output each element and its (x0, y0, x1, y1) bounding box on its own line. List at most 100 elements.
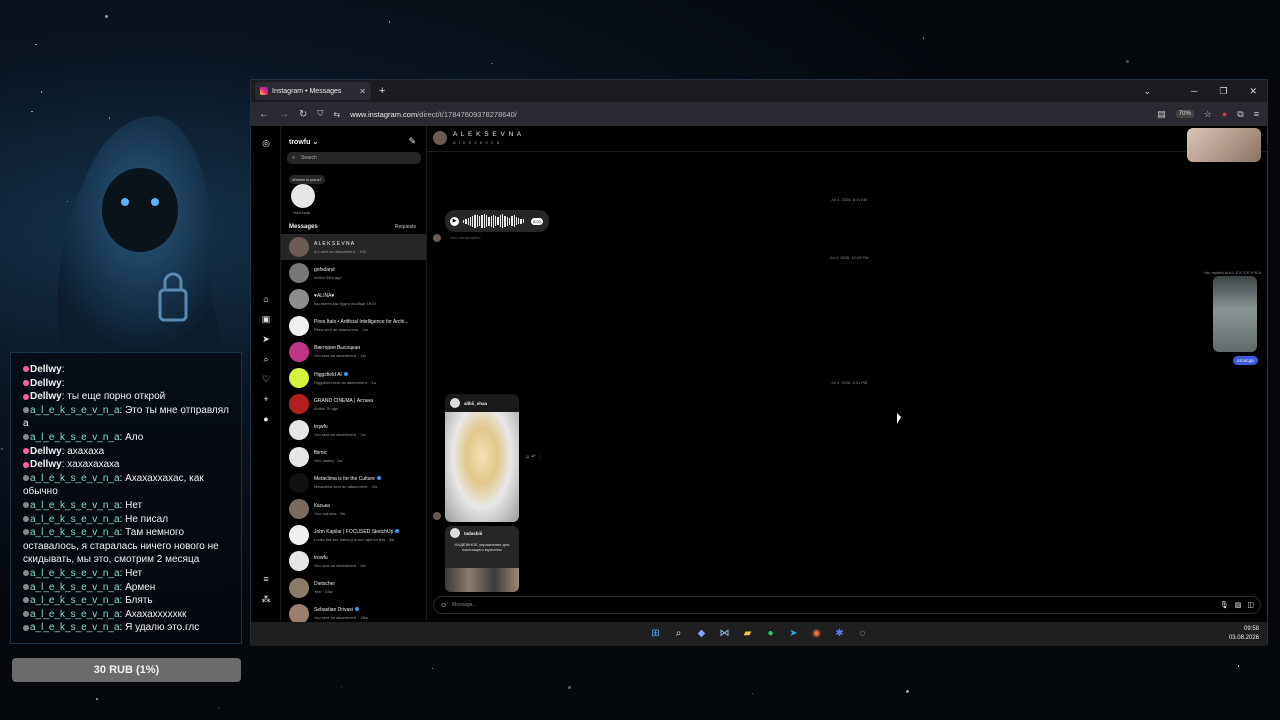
url-bar[interactable]: www.instagram.com/direct/t/1784760937827… (350, 110, 517, 119)
conversation-item[interactable]: Higgsfield AI Higgsfield sent an attachme… (281, 365, 426, 391)
conversation-item[interactable]: Каська You: hahaha · 2w (281, 496, 426, 522)
gallery-icon[interactable]: ▨ (1235, 601, 1242, 609)
tab-title: Instagram • Messages (272, 87, 342, 95)
conversation-avatar (289, 577, 309, 598)
system-clock[interactable]: 09:58 03.08.2026 (1229, 625, 1259, 643)
meta-apps-icon[interactable]: ⁂ (261, 594, 271, 604)
conversation-preview: Active 59m ago (314, 274, 342, 280)
menu-icon[interactable]: ≡ (1254, 109, 1259, 119)
start-icon[interactable]: ⊞ (650, 628, 662, 640)
profile-icon[interactable]: ● (261, 414, 271, 424)
chat-badge-icon (23, 611, 29, 618)
shield-icon[interactable]: ⛉ (317, 109, 323, 119)
messages-icon[interactable]: ➤ (261, 334, 271, 344)
notifications-heart-icon[interactable]: ♡ (261, 374, 271, 384)
conversation-item[interactable]: Dietscher Yes! · 23w (281, 575, 426, 601)
sticker-icon[interactable]: ◫ (1247, 601, 1254, 609)
conversation-item[interactable]: Pires Italo • Artificial Intelligence fo… (281, 313, 426, 339)
conversation-avatar (289, 289, 309, 310)
shared-reel-2[interactable]: tadasbiii НАДЁЖНОЕ упражнение для настоя… (445, 526, 519, 592)
file-explorer-icon[interactable]: ▰ (742, 628, 754, 640)
back-icon[interactable]: ← (259, 109, 269, 120)
close-tab-icon[interactable]: ✕ (359, 87, 366, 96)
app-icon[interactable]: ✱ (834, 628, 846, 640)
instagram-logo-icon[interactable]: ◎ (261, 138, 271, 148)
conversation-preview: Yes! · 23w (314, 589, 333, 595)
more-menu-icon[interactable]: ≡ (261, 574, 271, 584)
conversation-item[interactable]: Metaclima is for the Culture Metaclima se… (281, 470, 426, 496)
shared-reel-1[interactable]: alibii_shaa (445, 394, 519, 522)
obs-icon[interactable]: ◌ (857, 628, 869, 640)
conversation-preview: Pires sent an attachment. · 1w (314, 327, 369, 333)
taskbar-search-icon[interactable]: ⌕ (673, 628, 685, 640)
emoji-icon[interactable]: ☺ (440, 602, 447, 609)
extension-icon[interactable]: ● (1222, 109, 1227, 119)
chat-text: Я удалю это.глс (125, 622, 200, 634)
note-bubble[interactable]: Weekend plans? (289, 175, 325, 184)
firefox-icon[interactable]: ◉ (811, 628, 823, 640)
waveform-bar (465, 218, 467, 224)
message-actions[interactable]: ☺ ↶ ⋮ (525, 454, 542, 460)
waveform-bar (476, 215, 479, 227)
chat-message: a_l_e_k_s_e_v_n_a: Это ты мне отправлял … (23, 404, 229, 430)
conversation-item[interactable]: fbimic You: капец · 2w (281, 444, 426, 470)
waveform-bar (492, 214, 495, 228)
tab-list-chevron-icon[interactable]: ⌄ (1143, 86, 1151, 97)
instagram-favicon-icon (260, 87, 268, 95)
home-icon[interactable]: ⌂ (261, 294, 271, 304)
reload-icon[interactable]: ↻ (299, 109, 307, 120)
inbox-username[interactable]: trowfu ⌄ (289, 138, 318, 146)
compose-icon[interactable]: ✎ (408, 136, 416, 147)
conversation-item[interactable]: ♥ALINA♥ Вы иметь как будто вообще 18 24 (281, 286, 426, 312)
play-icon[interactable]: ▶ (450, 216, 459, 226)
forward-icon[interactable]: → (279, 109, 289, 120)
conversation-name: gofsdand (314, 266, 335, 273)
conversation-item[interactable]: trowfu You sent an attachment. · 6w (281, 548, 426, 574)
spotify-icon[interactable]: ● (765, 628, 777, 640)
thread-avatar[interactable] (433, 131, 447, 145)
vscode-icon[interactable]: ⋈ (719, 628, 731, 640)
zoom-level[interactable]: 70% (1175, 110, 1194, 118)
shared-image-top[interactable] (1187, 128, 1261, 162)
conversation-item[interactable]: GRAND CINEMA | Астана Active 7h ago (281, 391, 426, 417)
reels-icon[interactable]: ▣ (261, 314, 271, 324)
view-transcription-link[interactable]: View transcription (449, 235, 481, 240)
minimize-icon[interactable]: ─ (1191, 86, 1197, 97)
replied-image[interactable] (1213, 276, 1257, 352)
conversation-preview: You sent an attachment. · 28w (314, 615, 368, 621)
close-window-icon[interactable]: ✕ (1249, 86, 1257, 97)
search-input[interactable]: ⌕ Search (287, 152, 421, 164)
chat-text: Не писал (125, 513, 169, 525)
reply-message[interactable]: отсосда (1233, 356, 1258, 365)
chat-message: a_l_e_k_s_e_v_n_a: Нет (23, 499, 229, 513)
chat-badge-icon (23, 624, 29, 631)
site-info-icon[interactable]: ⇆ (333, 110, 340, 119)
microphone-icon[interactable]: 🎙 (1220, 601, 1229, 609)
waveform-bar (474, 214, 476, 228)
note-avatar[interactable] (291, 184, 315, 208)
thread-name[interactable]: A L E K S E V N A (453, 131, 522, 138)
conversation-item[interactable]: Виктория Высоцкая You sent an attachment.… (281, 339, 426, 365)
conversation-item[interactable]: Sebastian Drivasi You sent an attachment.… (281, 601, 426, 622)
conversation-item[interactable]: gofsdand Active 59m ago (281, 260, 426, 286)
telegram-icon[interactable]: ➤ (788, 628, 800, 640)
bookmark-star-icon[interactable]: ☆ (1204, 109, 1212, 120)
extensions-puzzle-icon[interactable]: ⧉ (1237, 109, 1243, 120)
visual-studio-icon[interactable]: ◆ (696, 628, 708, 640)
requests-link[interactable]: Requests (395, 224, 416, 230)
conversation-item[interactable]: A L E K S E V N AA L sent an attachment.… (281, 234, 426, 260)
chat-message: a_l_e_k_s_e_v_n_a: Ало (23, 431, 229, 445)
search-placeholder: Search (301, 155, 317, 161)
new-tab-icon[interactable]: + (379, 85, 385, 97)
search-icon[interactable]: ⌕ (261, 354, 271, 364)
restore-icon[interactable]: ❐ (1219, 86, 1227, 97)
message-input[interactable]: ☺ Message... 🎙 ▨ ◫ (433, 596, 1261, 614)
conversation-item[interactable]: John Kapilar | FOCUSED SketchUp Looks lik… (281, 522, 426, 548)
conversation-name: trqwfu (314, 423, 328, 430)
reader-view-icon[interactable]: ▤ (1157, 109, 1166, 120)
waveform-bar (495, 216, 497, 226)
conversation-item[interactable]: trqwfu You sent an attachment. · 2w (281, 417, 426, 443)
voice-message[interactable]: ▶ 0:03 (445, 210, 549, 232)
tab-instagram[interactable]: Instagram • Messages ✕ (255, 82, 371, 100)
create-icon[interactable]: + (261, 394, 271, 404)
